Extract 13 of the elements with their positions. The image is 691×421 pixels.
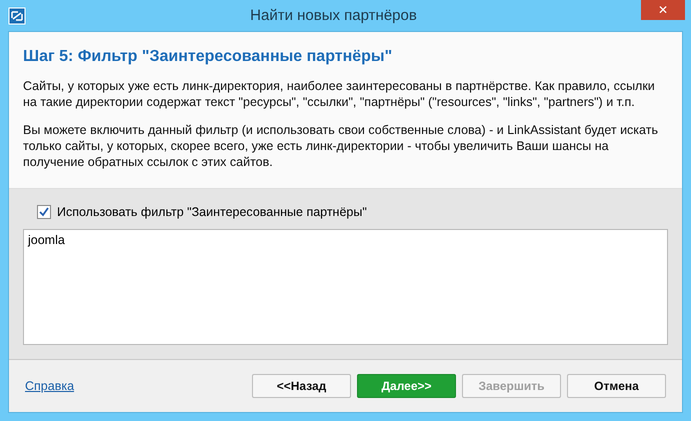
help-link[interactable]: Справка [25,379,74,393]
close-button[interactable]: ✕ [641,0,685,20]
keywords-field[interactable]: joomla [23,229,668,345]
app-icon [8,6,26,24]
checkbox[interactable] [37,205,51,219]
window-title: Найти новых партнёров [249,7,418,24]
wizard-button[interactable]: Далее>> [357,374,456,398]
wizard-button[interactable]: <<Назад [252,374,351,398]
description-paragraph: Вы можете включить данный фильтр (и использовать свои собственные слова) - и LinkAssistant будет искать только сайты, у которых, скорее всего, уже есть линк-директории - чтобы увеличить Ваши шансы на получение обратных ссылок с этих сайтов. [23,122,659,170]
description-paragraph: Сайты, у которых уже есть линк-директория, наиболее заинтересованы в партнёрстве. Как правило, ссылки на такие директории содержат текст "ресурсы", "ссылки", "партнёры" ("resources", "links", "partners") и т.п. [23,78,656,110]
wizard-button[interactable]: Отмена [567,374,666,398]
checkbox-label: Использовать фильтр "Заинтересованные партнёры" [57,205,367,219]
step-heading: Шаг 5: Фильтр "Заинтересованные партнёры" [23,48,394,66]
